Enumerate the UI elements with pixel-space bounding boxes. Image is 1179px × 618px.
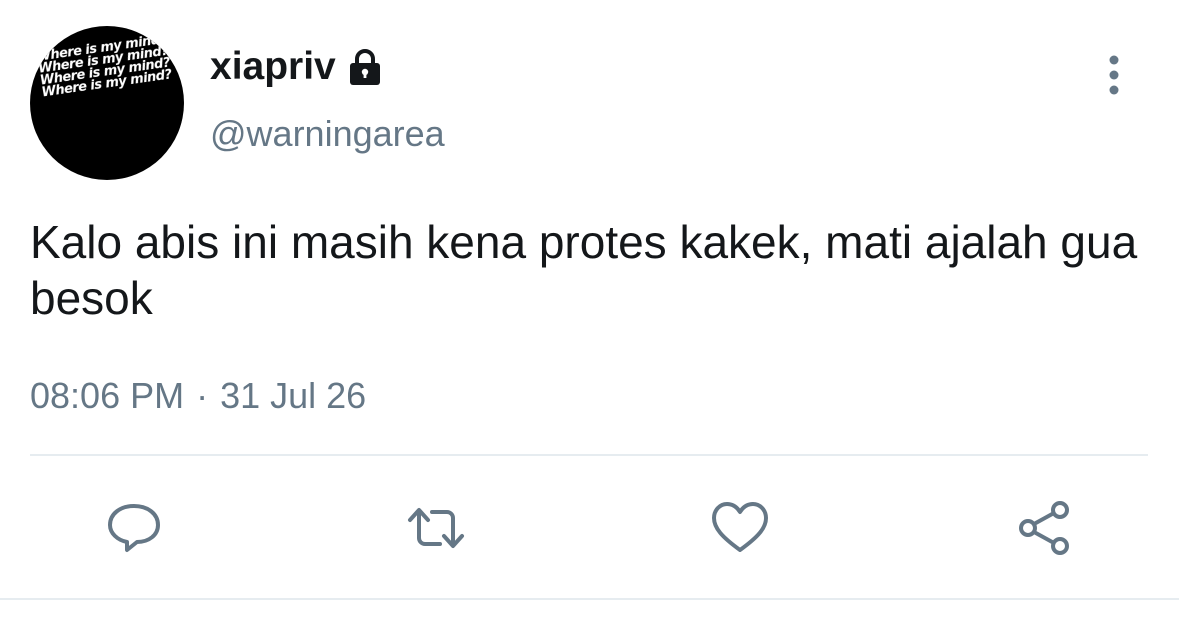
display-name[interactable]: xiapriv	[210, 44, 336, 90]
like-button[interactable]	[710, 498, 770, 558]
divider	[30, 454, 1148, 456]
retweet-icon	[408, 508, 464, 548]
bottom-divider	[0, 598, 1179, 600]
user-handle[interactable]: @warningarea	[210, 112, 445, 156]
more-options-icon[interactable]	[1098, 52, 1130, 98]
timestamp-separator: ·	[196, 375, 209, 416]
avatar-text-block: Where is my mind? Where is my mind? Wher…	[36, 31, 184, 101]
like-icon	[712, 502, 768, 552]
tweet-date: 31 Jul 26	[220, 375, 367, 416]
tweet-timestamp[interactable]: 08:06 PM · 31 Jul 26	[30, 372, 366, 420]
share-icon	[1019, 501, 1069, 555]
lock-icon	[346, 47, 384, 87]
share-button[interactable]	[1014, 498, 1074, 558]
retweet-button[interactable]	[406, 498, 466, 558]
tweet-card: Where is my mind? Where is my mind? Wher…	[0, 0, 1179, 618]
tweet-time: 08:06 PM	[30, 375, 185, 416]
tweet-text: Kalo abis ini masih kena protes kakek, m…	[30, 216, 1138, 324]
name-row: xiapriv	[210, 44, 384, 90]
reply-button[interactable]	[104, 498, 164, 558]
avatar[interactable]: Where is my mind? Where is my mind? Wher…	[30, 26, 184, 180]
reply-icon	[108, 504, 160, 552]
